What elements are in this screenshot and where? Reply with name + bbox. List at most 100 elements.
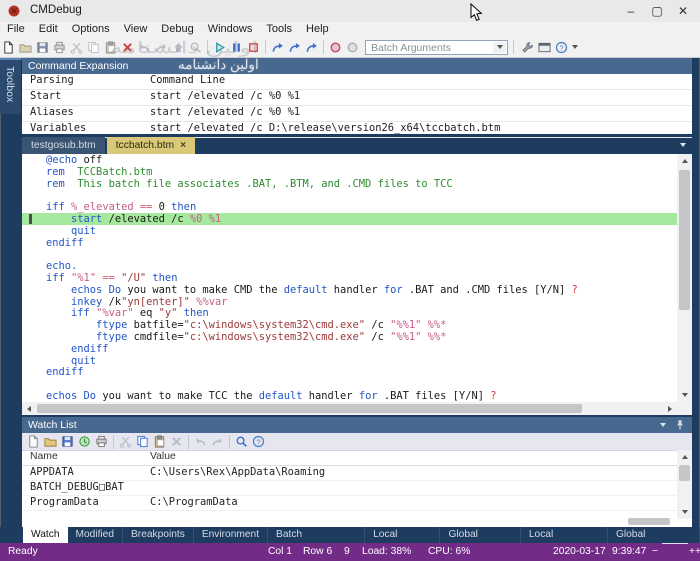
menu-edit[interactable]: Edit (32, 22, 65, 37)
step-into-icon[interactable] (270, 39, 286, 55)
editor-hscroll-thumb[interactable] (37, 404, 582, 413)
open-file-icon[interactable] (18, 39, 34, 55)
code-line[interactable]: echos Do you want to make TCC the defaul… (22, 390, 677, 402)
code-line[interactable]: iff "%var" eq "y" then (22, 307, 677, 319)
code-line[interactable]: endiff (22, 366, 677, 378)
menu-tools[interactable]: Tools (259, 22, 299, 37)
cut-watch-icon[interactable] (118, 434, 134, 450)
bottom-tab-environment[interactable]: Environment (194, 527, 269, 543)
tab-list-dropdown-icon[interactable] (680, 143, 686, 147)
zoom-slider[interactable] (662, 543, 688, 544)
code-line[interactable] (22, 248, 677, 260)
watch-vscroll-thumb[interactable] (679, 465, 690, 481)
zoom-in-icon-2[interactable]: + (695, 543, 700, 561)
zoom-out-icon[interactable]: − (652, 543, 658, 561)
scroll-left-icon[interactable] (22, 402, 36, 415)
watch-row[interactable]: BATCH_DEBUG□BAT (22, 481, 692, 496)
watch-hscroll-thumb[interactable] (628, 518, 670, 525)
bottom-tab-local-aliases[interactable]: Local Aliases (365, 527, 441, 556)
code-line[interactable]: iff "%1" == "/U" then (22, 272, 677, 284)
watch-row[interactable]: ProgramData C:\ProgramData (22, 496, 692, 511)
watch-list-header[interactable]: Watch List (22, 417, 692, 433)
menu-view[interactable]: View (117, 22, 155, 37)
bottom-tab-modified[interactable]: Modified (68, 527, 124, 543)
menu-windows[interactable]: Windows (201, 22, 260, 37)
toggle-breakpoint-icon[interactable] (328, 39, 344, 55)
code-line[interactable]: @echo off (22, 154, 677, 166)
delete-watch-icon[interactable] (169, 434, 185, 450)
paste-watch-icon[interactable] (152, 434, 168, 450)
save-file-icon[interactable] (35, 39, 51, 55)
bottom-tab-global-aliases[interactable]: Global Aliases (440, 527, 521, 556)
current-execution-line[interactable]: start /elevated /c %0 %1 (22, 212, 677, 225)
watch-menu-icon[interactable] (660, 423, 666, 427)
editor-vscroll-thumb[interactable] (679, 170, 690, 310)
console-window-icon[interactable] (537, 39, 553, 55)
editor-vscrollbar[interactable] (677, 154, 692, 402)
print-icon[interactable] (52, 39, 68, 55)
watch-row[interactable]: APPDATA C:\Users\Rex\AppData\Roaming (22, 466, 692, 481)
tab-close-icon[interactable]: × (180, 140, 186, 151)
save-watch-icon[interactable] (60, 434, 76, 450)
help-icon[interactable] (554, 39, 570, 55)
code-line[interactable]: rem This batch file associates .BAT, .BT… (22, 178, 677, 190)
watch-scroll-up-icon[interactable] (677, 450, 692, 464)
code-line[interactable]: inkey /k"yn[enter]" %%var (22, 296, 677, 308)
step-over-icon[interactable] (287, 39, 303, 55)
help-watch-icon[interactable] (251, 434, 267, 450)
pin-icon[interactable] (674, 419, 686, 431)
cut-icon[interactable] (69, 39, 85, 55)
code-line[interactable]: echos Do you want to make CMD the defaul… (22, 284, 677, 296)
bottom-tab-batch-parameters[interactable]: Batch Parameters (268, 527, 366, 556)
toolbox-tab[interactable]: Toolbox (0, 58, 22, 114)
scroll-right-icon[interactable] (663, 402, 677, 415)
code-line[interactable]: echo. (22, 260, 677, 272)
undo-watch-icon[interactable] (193, 434, 209, 450)
editor-hscrollbar[interactable] (22, 402, 677, 415)
redo-watch-icon[interactable] (210, 434, 226, 450)
new-file-icon[interactable] (1, 39, 17, 55)
step-out-icon[interactable] (304, 39, 320, 55)
bottom-tab-breakpoints[interactable]: Breakpoints (123, 527, 194, 543)
print-watch-icon[interactable] (94, 434, 110, 450)
copy-watch-icon[interactable] (135, 434, 151, 450)
auto-refresh-icon[interactable] (77, 434, 93, 450)
close-button[interactable]: ✕ (672, 2, 694, 20)
copy-icon[interactable] (86, 39, 102, 55)
code-line[interactable]: ftype batfile="c:\windows\system32\cmd.e… (22, 319, 677, 331)
combo-dropdown-icon[interactable] (493, 41, 506, 53)
code-line[interactable]: rem TCCBatch.btm (22, 166, 677, 178)
clear-breakpoints-icon[interactable] (345, 39, 361, 55)
menu-options[interactable]: Options (65, 22, 117, 37)
code-editor[interactable]: @echo off rem TCCBatch.btm rem This batch … (22, 154, 677, 402)
menu-file[interactable]: File (0, 22, 32, 37)
bottom-tab-watch[interactable]: Watch (23, 527, 68, 543)
editor-tab-tccbatch.btm[interactable]: tccbatch.btm × (106, 137, 196, 154)
code-line[interactable]: quit (22, 225, 677, 237)
open-watch-icon[interactable] (43, 434, 59, 450)
find-watch-icon[interactable] (234, 434, 250, 450)
menu-debug[interactable]: Debug (154, 22, 200, 37)
scroll-up-icon[interactable] (677, 154, 692, 168)
watch-scroll-down-icon[interactable] (677, 505, 692, 519)
code-line[interactable] (22, 378, 677, 390)
toolbar-overflow-icon[interactable] (572, 45, 578, 49)
code-line[interactable]: quit (22, 355, 677, 367)
editor-tab-testgosub.btm[interactable]: testgosub.btm (22, 137, 105, 154)
maximize-button[interactable]: ▢ (646, 2, 668, 20)
batch-arguments-combo[interactable]: Batch Arguments (365, 39, 508, 55)
code-line[interactable]: iff %_elevated == 0 then (22, 201, 677, 213)
bottom-tab-local-functions[interactable]: Local Functions (521, 527, 608, 556)
minimize-button[interactable]: – (620, 2, 642, 20)
command-expansion-header[interactable]: Command Expansion (22, 58, 692, 74)
menu-help[interactable]: Help (299, 22, 336, 37)
watch-vscrollbar[interactable] (677, 450, 692, 519)
code-line[interactable]: ftype cmdfile="c:\windows\system32\cmd.e… (22, 331, 677, 343)
new-watch-icon[interactable] (26, 434, 42, 450)
code-line[interactable]: endiff (22, 237, 677, 249)
code-line[interactable] (22, 189, 677, 201)
options-wrench-icon[interactable] (520, 39, 536, 55)
scroll-down-icon[interactable] (677, 388, 692, 402)
bottom-tab-global-functions[interactable]: Global Functions (608, 527, 700, 556)
code-line[interactable]: endiff (22, 343, 677, 355)
